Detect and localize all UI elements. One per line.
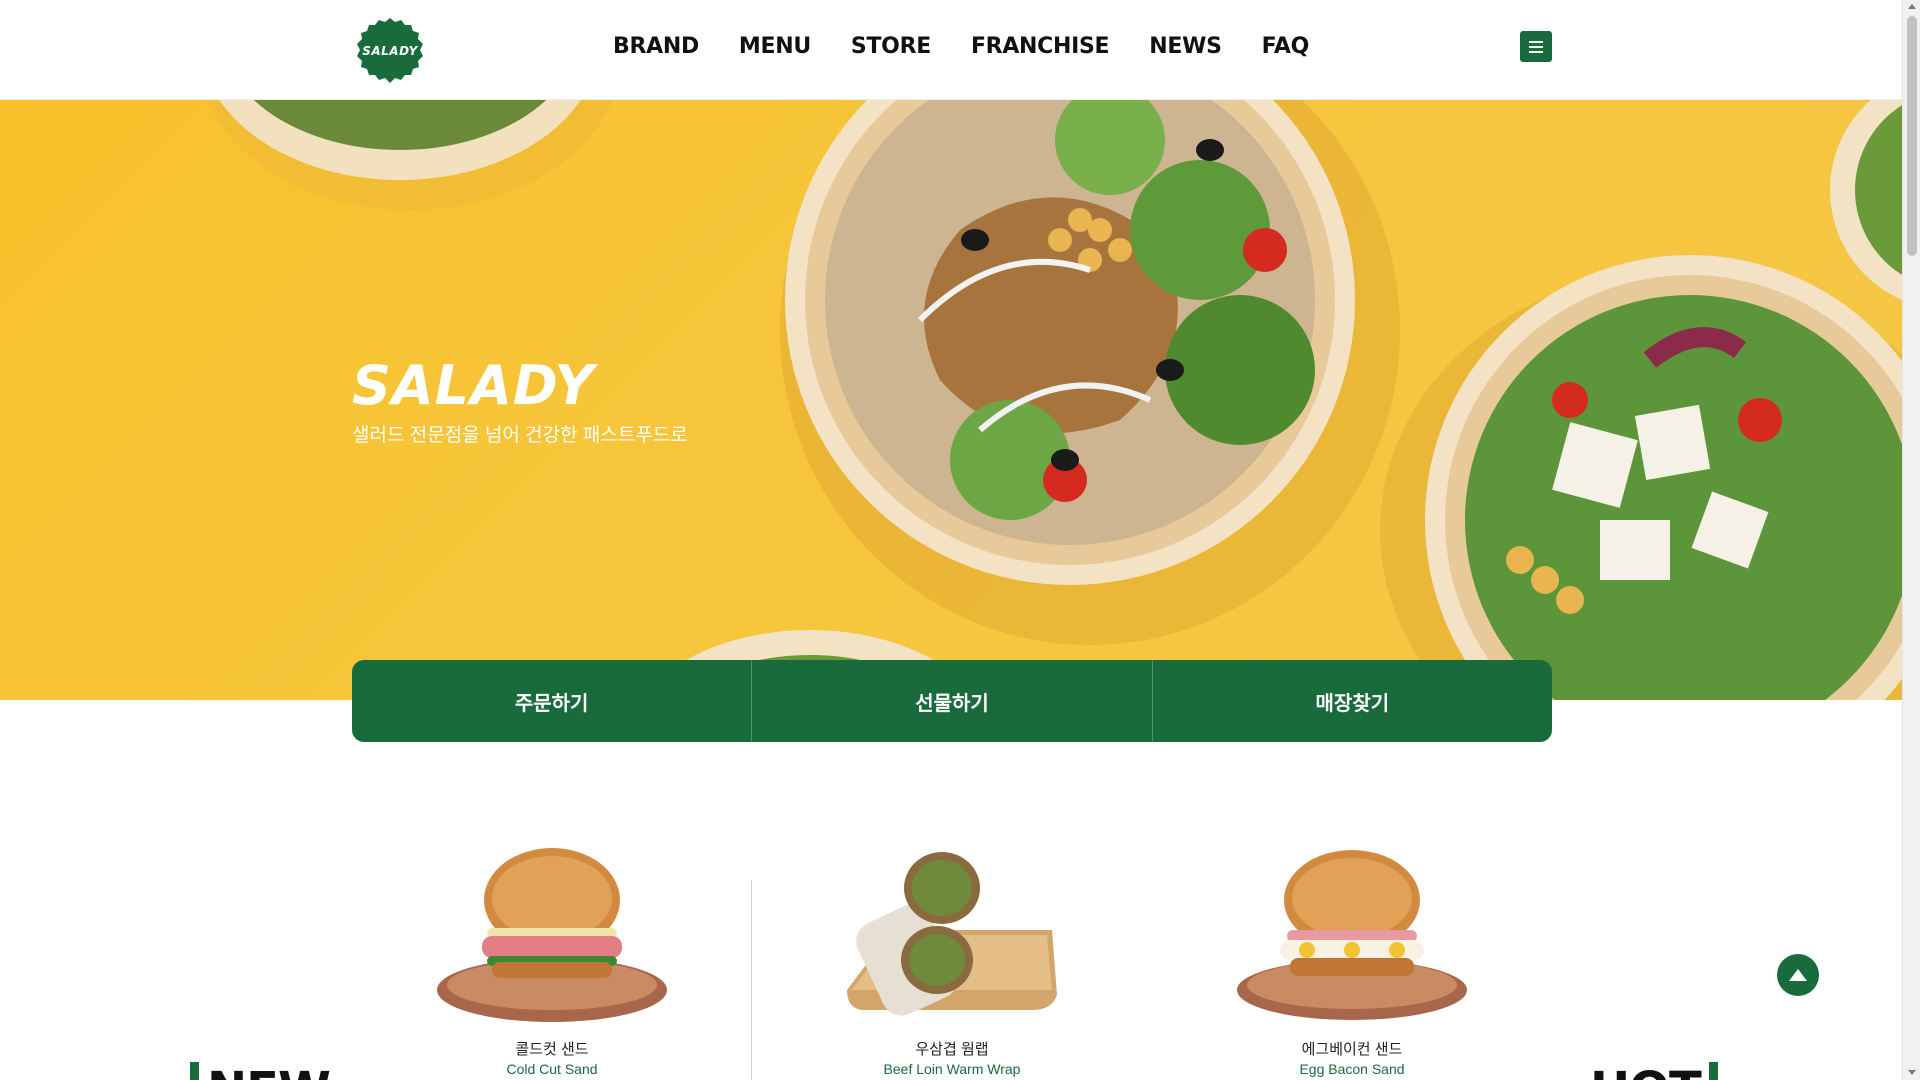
product-name-en: Egg Bacon Sand	[1299, 1061, 1405, 1077]
main-nav: BRAND MENU STORE FRANCHISE NEWS FAQ	[613, 34, 1309, 59]
vertical-scrollbar[interactable]	[1902, 0, 1920, 1080]
bowl-top-right	[1830, 100, 1902, 300]
new-menu-list: 콜드컷 샌드 Cold Cut Sand 우삼겹 웜랩 Beef Loin Wa…	[352, 820, 1552, 1080]
gift-button[interactable]: 선물하기	[752, 660, 1153, 742]
hero-title: SALADY	[352, 354, 595, 417]
salady-logo[interactable]: SALADY	[355, 16, 425, 86]
scrollbar-thumb[interactable]	[1907, 16, 1917, 256]
beef-loin-warm-wrap-image	[847, 852, 1057, 1016]
hamburger-menu-icon	[1529, 40, 1543, 43]
order-button[interactable]: 주문하기	[352, 660, 753, 742]
product-name-en: Cold Cut Sand	[506, 1061, 598, 1077]
site-header: SALADY BRAND MENU STORE FRANCHISE NEWS F…	[0, 0, 1902, 100]
quick-links-bar: 주문하기 선물하기 매장찾기	[352, 660, 1552, 742]
product-name-ko: 콜드컷 샌드	[515, 1041, 589, 1058]
product-card[interactable]: 에그베이컨 샌드 Egg Bacon Sand	[1152, 820, 1552, 1080]
bowl-center	[780, 100, 1400, 645]
cold-cut-sand-image	[437, 848, 667, 1022]
egg-bacon-sand-image	[1237, 850, 1467, 1020]
product-name-ko: 우삼겹 웜랩	[915, 1041, 989, 1058]
logo-text: SALADY	[362, 44, 418, 58]
nav-faq[interactable]: FAQ	[1262, 34, 1310, 59]
nav-store[interactable]: STORE	[851, 34, 931, 59]
bowl-right	[1380, 255, 1902, 700]
hot-section-label: HOT	[1590, 1062, 1718, 1080]
scroll-to-top-button[interactable]	[1777, 954, 1819, 996]
arrow-up-icon	[1789, 969, 1807, 981]
product-name-ko: 에그베이컨 샌드	[1301, 1041, 1403, 1058]
find-store-button[interactable]: 매장찾기	[1153, 660, 1552, 742]
hero-banner: SALADY 샐러드 전문점을 넘어 건강한 패스트푸드로	[0, 100, 1902, 700]
salad-bowls-illustration	[207, 100, 1902, 700]
nav-franchise[interactable]: FRANCHISE	[971, 34, 1110, 59]
product-name-en: Beef Loin Warm Wrap	[883, 1061, 1021, 1077]
page: SALADY BRAND MENU STORE FRANCHISE NEWS F…	[0, 0, 1920, 1080]
nav-menu[interactable]: MENU	[739, 34, 811, 59]
new-section-label: NEW	[190, 1062, 331, 1080]
hamburger-menu-button[interactable]	[1520, 31, 1552, 62]
scroll-up-arrow-icon[interactable]	[1908, 4, 1916, 9]
hero-subtitle: 샐러드 전문점을 넘어 건강한 패스트푸드로	[352, 425, 688, 446]
nav-brand[interactable]: BRAND	[613, 34, 699, 59]
bowl-top-left	[207, 100, 613, 210]
product-card[interactable]: 우삼겹 웜랩 Beef Loin Warm Wrap	[752, 820, 1152, 1080]
nav-news[interactable]: NEWS	[1149, 34, 1222, 59]
product-card[interactable]: 콜드컷 샌드 Cold Cut Sand	[352, 820, 752, 1080]
scroll-down-arrow-icon[interactable]	[1908, 1070, 1916, 1075]
